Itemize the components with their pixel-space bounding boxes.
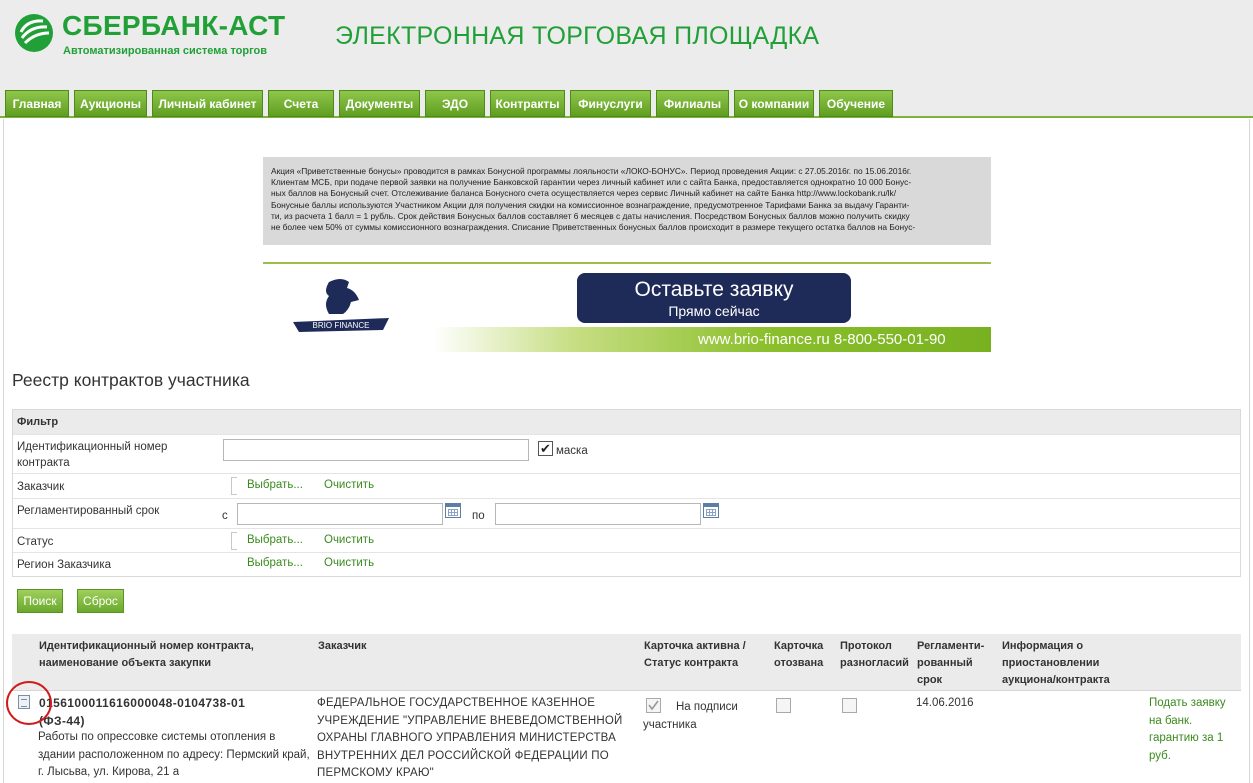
nav-item-branches[interactable]: Филиалы: [656, 90, 729, 117]
deadline-label: Регламентированный срок: [17, 505, 160, 517]
brio-finance-banner[interactable]: BRIO FINANCE Оставьте заявку Прямо сейча…: [263, 268, 991, 352]
brand-name: СБЕРБАНК-АСТ: [62, 10, 286, 41]
deadline-from-label: с: [222, 510, 228, 522]
table-row: 0156100011616000048-0104738-01 (ФЗ-44) Р…: [12, 690, 1241, 783]
id-label: Идентификационный номер контракта: [17, 441, 168, 469]
table-header: Идентификационный номер контракта, наиме…: [12, 634, 1241, 690]
nav-item-main[interactable]: Главная: [5, 90, 69, 117]
filter-row-customer: Заказчик Выбрать... Очистить: [13, 473, 1240, 498]
contract-number[interactable]: 0156100011616000048-0104738-01: [39, 696, 245, 710]
site-title: ЭЛЕКТРОННАЯ ТОРГОВАЯ ПЛОЩАДКА: [335, 22, 820, 50]
banner-cta-line1: Оставьте заявку: [634, 278, 794, 301]
contract-object: Работы по опрессовке системы отопления в…: [38, 731, 310, 778]
id-input[interactable]: [223, 439, 529, 461]
filter-panel: Фильтр Идентификационный номер контракта…: [12, 409, 1241, 577]
mask-checkbox[interactable]: ✔: [538, 441, 553, 456]
page-title: Реестр контрактов участника: [12, 370, 250, 390]
promo-banner[interactable]: Акция «Приветственные бонусы» проводится…: [263, 157, 991, 245]
status-label: Статус: [17, 536, 54, 548]
brio-logo-text: BRIO FINANCE: [313, 321, 370, 330]
sberbank-ast-logo[interactable]: СБЕРБАНК-АСТ Автоматизированная система …: [13, 10, 285, 62]
col-header-card-revoked: Карточка отозвана: [774, 640, 824, 669]
filter-heading: Фильтр: [13, 410, 1240, 434]
customer-choose-link[interactable]: Выбрать...: [247, 479, 303, 491]
region-choose-link[interactable]: Выбрать...: [247, 557, 303, 569]
main-nav: Главная Аукционы Личный кабинет Счета До…: [0, 88, 1253, 118]
col-header-contract: Идентификационный номер контракта, наиме…: [39, 640, 254, 669]
nav-item-contracts[interactable]: Контракты: [490, 90, 565, 117]
protocol-checkbox: [842, 698, 857, 713]
card-revoked-checkbox: [776, 698, 791, 713]
promo-line: Клиентам МСБ, при подаче первой заявки н…: [271, 177, 912, 188]
region-label: Регион Заказчика: [17, 559, 111, 571]
promo-divider: [263, 262, 991, 264]
nav-item-edo[interactable]: ЭДО: [425, 90, 485, 117]
col-header-deadline: Регламенти-рованный срок: [917, 640, 985, 686]
contract-number-link[interactable]: 0156100011616000048-0104738-01 (ФЗ-44): [39, 695, 289, 730]
filter-row-region: Регион Заказчика Выбрать... Очистить: [13, 552, 1240, 576]
mask-label: маска: [556, 445, 588, 457]
region-clear-link[interactable]: Очистить: [324, 557, 374, 569]
promo-line: ти, из расчета 1 балл = 1 рубль. Срок де…: [271, 210, 910, 221]
site-header: СБЕРБАНК-АСТ Автоматизированная система …: [0, 0, 1253, 88]
col-header-card-active: Карточка активна / Статус контракта: [644, 640, 746, 669]
promo-line: не более чем 50% от суммы комиссионного …: [271, 222, 916, 233]
search-button[interactable]: Поиск: [17, 589, 63, 613]
nav-item-documents[interactable]: Документы: [339, 90, 420, 117]
col-header-suspension: Информация о приостановлении аукциона/ко…: [1002, 640, 1110, 686]
nav-item-about[interactable]: О компании: [734, 90, 814, 117]
reset-button[interactable]: Сброс: [77, 589, 124, 613]
contract-status: На подписи участника: [643, 701, 738, 731]
customer-clear-link[interactable]: Очистить: [324, 479, 374, 491]
customer-field[interactable]: [231, 477, 237, 495]
apply-guarantee-link[interactable]: Подать заявку на банк. гарантию за 1 руб…: [1149, 695, 1241, 765]
nav-item-auctions[interactable]: Аукционы: [74, 90, 147, 117]
banner-cta-button[interactable]: Оставьте заявку Прямо сейчас: [577, 273, 851, 323]
promo-line: ных баллов на Бонусный счет. Отслеживани…: [271, 188, 897, 199]
nav-item-accounts[interactable]: Счета: [268, 90, 334, 117]
promo-line: Акция «Приветственные бонусы» проводится…: [271, 166, 912, 176]
status-choose-link[interactable]: Выбрать...: [247, 534, 303, 546]
filter-row-id: Идентификационный номер контракта ✔ маск…: [13, 434, 1240, 473]
deadline-value: 14.06.2016: [916, 697, 974, 709]
filter-row-deadline: Регламентированный срок с по: [13, 498, 1240, 528]
deadline-from-input[interactable]: [237, 503, 443, 525]
promo-line: Бонусные баллы используются Участником А…: [271, 199, 910, 210]
brio-finance-logo: BRIO FINANCE: [293, 279, 389, 332]
nav-item-cabinet[interactable]: Личный кабинет: [152, 90, 263, 117]
banner-cta-line2: Прямо сейчас: [668, 303, 760, 319]
banner-site-phone: www.brio-finance.ru 8-800-550-01-90: [698, 331, 946, 348]
nav-item-training[interactable]: Обучение: [819, 90, 893, 117]
nav-item-finservices[interactable]: Финуслуги: [570, 90, 651, 117]
calendar-icon[interactable]: [703, 503, 719, 518]
status-clear-link[interactable]: Очистить: [324, 534, 374, 546]
col-header-protocol: Протокол разногласий: [840, 640, 909, 669]
col-header-customer: Заказчик: [318, 640, 367, 652]
status-field[interactable]: [231, 532, 237, 550]
deadline-to-label: по: [472, 510, 485, 522]
customer-label: Заказчик: [17, 481, 65, 493]
highlight-circle: [6, 681, 52, 725]
deadline-to-input[interactable]: [495, 503, 701, 525]
sberbank-logo-icon: [15, 14, 53, 52]
filter-row-status: Статус Выбрать... Очистить: [13, 528, 1240, 552]
brand-subtitle: Автоматизированная система торгов: [63, 45, 268, 57]
customer-name: ФЕДЕРАЛЬНОЕ ГОСУДАРСТВЕННОЕ КАЗЕННОЕ УЧР…: [317, 697, 623, 779]
calendar-icon[interactable]: [445, 503, 461, 518]
